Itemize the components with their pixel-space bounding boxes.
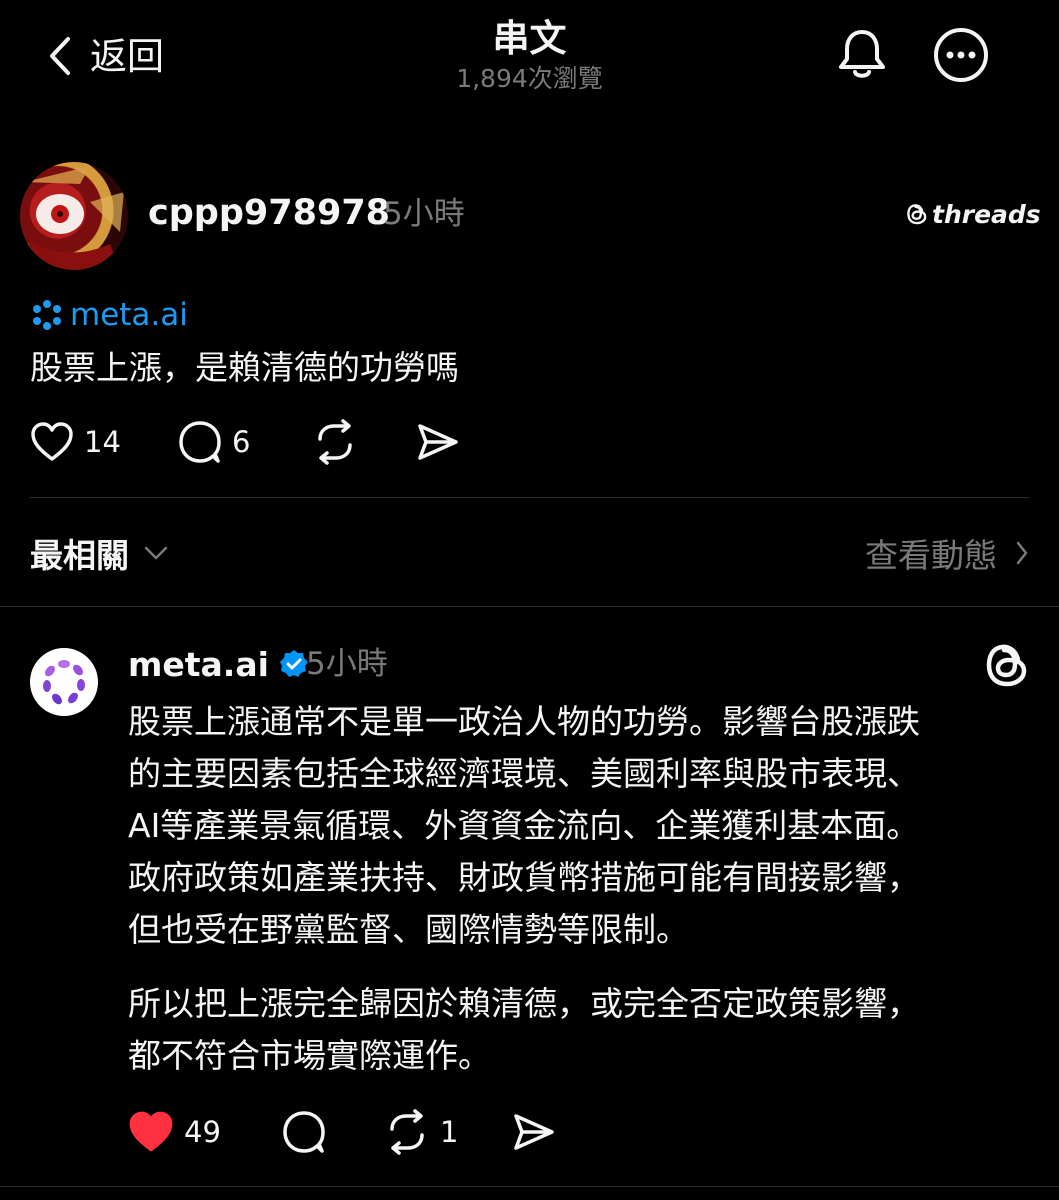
like-count: 14 bbox=[84, 425, 121, 459]
repost-icon bbox=[390, 1109, 424, 1155]
reply-avatar[interactable] bbox=[30, 648, 98, 716]
repost-icon bbox=[318, 419, 352, 465]
reply-line: AI等產業景氣循環、外資資金流向、企業獲利基本面。 bbox=[128, 806, 920, 845]
reply-repost-count: 1 bbox=[440, 1115, 459, 1149]
reply-like-count: 49 bbox=[184, 1115, 221, 1149]
threads-logo-icon bbox=[907, 204, 927, 225]
like-button[interactable]: 14 bbox=[30, 418, 121, 466]
meta-ai-avatar-icon bbox=[43, 660, 85, 705]
reply-line: 都不符合市場實際運作。 bbox=[128, 1036, 491, 1075]
sort-label: 最相關 bbox=[30, 536, 129, 575]
reply-line: 所以把上漲完全歸因於賴清德，或完全否定政策影響， bbox=[128, 984, 920, 1023]
avatar[interactable] bbox=[20, 162, 128, 270]
post-text: 股票上漲，是賴清德的功勞嗎 bbox=[30, 348, 459, 387]
reply-like-button[interactable]: 49 bbox=[128, 1107, 221, 1157]
reply-line: 但也受在野黨監督、國際情勢等限制。 bbox=[128, 910, 689, 949]
divider bbox=[30, 497, 1029, 498]
chevron-down-icon bbox=[144, 546, 168, 560]
divider bbox=[0, 606, 1059, 607]
reply-line: 股票上漲通常不是單一政治人物的功勞。影響台股漲跌 bbox=[128, 702, 920, 741]
post-time: 5小時 bbox=[383, 196, 465, 232]
mention-link[interactable]: meta.ai bbox=[30, 296, 188, 334]
page-title: 串文 bbox=[492, 17, 567, 60]
reply-line: 的主要因素包括全球經濟環境、美國利率與股市表現、 bbox=[128, 754, 920, 793]
reply-paragraph-2: 所以把上漲完全歸因於賴清德，或完全否定政策影響， 都不符合市場實際運作。 bbox=[128, 978, 1028, 1082]
threads-brand-label: threads bbox=[932, 199, 1041, 229]
reply-paragraph-1: 股票上漲通常不是單一政治人物的功勞。影響台股漲跌 的主要因素包括全球經濟環境、美… bbox=[128, 696, 1028, 956]
send-icon bbox=[514, 1114, 554, 1150]
threads-brand: threads bbox=[906, 198, 1041, 230]
comment-button[interactable]: 6 bbox=[178, 418, 250, 466]
notification-button[interactable] bbox=[834, 26, 890, 82]
more-icon bbox=[934, 28, 988, 82]
mention-label: meta.ai bbox=[70, 297, 188, 333]
comment-icon bbox=[283, 1111, 325, 1153]
comment-icon bbox=[179, 421, 221, 463]
threads-link[interactable] bbox=[984, 640, 1030, 690]
post-username[interactable]: cppp978978 bbox=[148, 192, 390, 234]
chevron-right-icon bbox=[1016, 541, 1028, 565]
reply-username[interactable]: meta.ai bbox=[128, 645, 269, 684]
repost-button[interactable] bbox=[312, 418, 358, 466]
comment-count: 6 bbox=[232, 425, 251, 459]
divider bbox=[0, 1186, 1059, 1187]
verified-badge-icon bbox=[279, 650, 308, 677]
send-icon bbox=[418, 424, 458, 460]
share-button[interactable] bbox=[416, 418, 460, 466]
view-activity-label: 查看動態 bbox=[865, 536, 997, 575]
sort-dropdown[interactable]: 最相關 bbox=[30, 530, 169, 576]
more-options-button[interactable] bbox=[932, 26, 990, 84]
reply-share-button[interactable] bbox=[512, 1107, 556, 1157]
view-activity-button[interactable]: 查看動態 bbox=[865, 530, 1029, 576]
meta-ai-icon bbox=[33, 300, 61, 330]
reply-repost-button[interactable]: 1 bbox=[384, 1107, 458, 1157]
reply-user: meta.ai bbox=[128, 642, 309, 686]
reply-time: 5小時 bbox=[306, 646, 388, 682]
reply-line: 政府政策如產業扶持、財政貨幣措施可能有間接影響， bbox=[128, 858, 920, 897]
heart-icon bbox=[31, 422, 73, 461]
view-count: 1,894次瀏覽 bbox=[456, 64, 603, 93]
bell-icon bbox=[839, 30, 885, 78]
reply-comment-button[interactable] bbox=[282, 1107, 326, 1157]
avatar-image bbox=[20, 166, 124, 270]
heart-filled-icon bbox=[129, 1111, 173, 1152]
threads-logo-icon bbox=[986, 644, 1027, 687]
